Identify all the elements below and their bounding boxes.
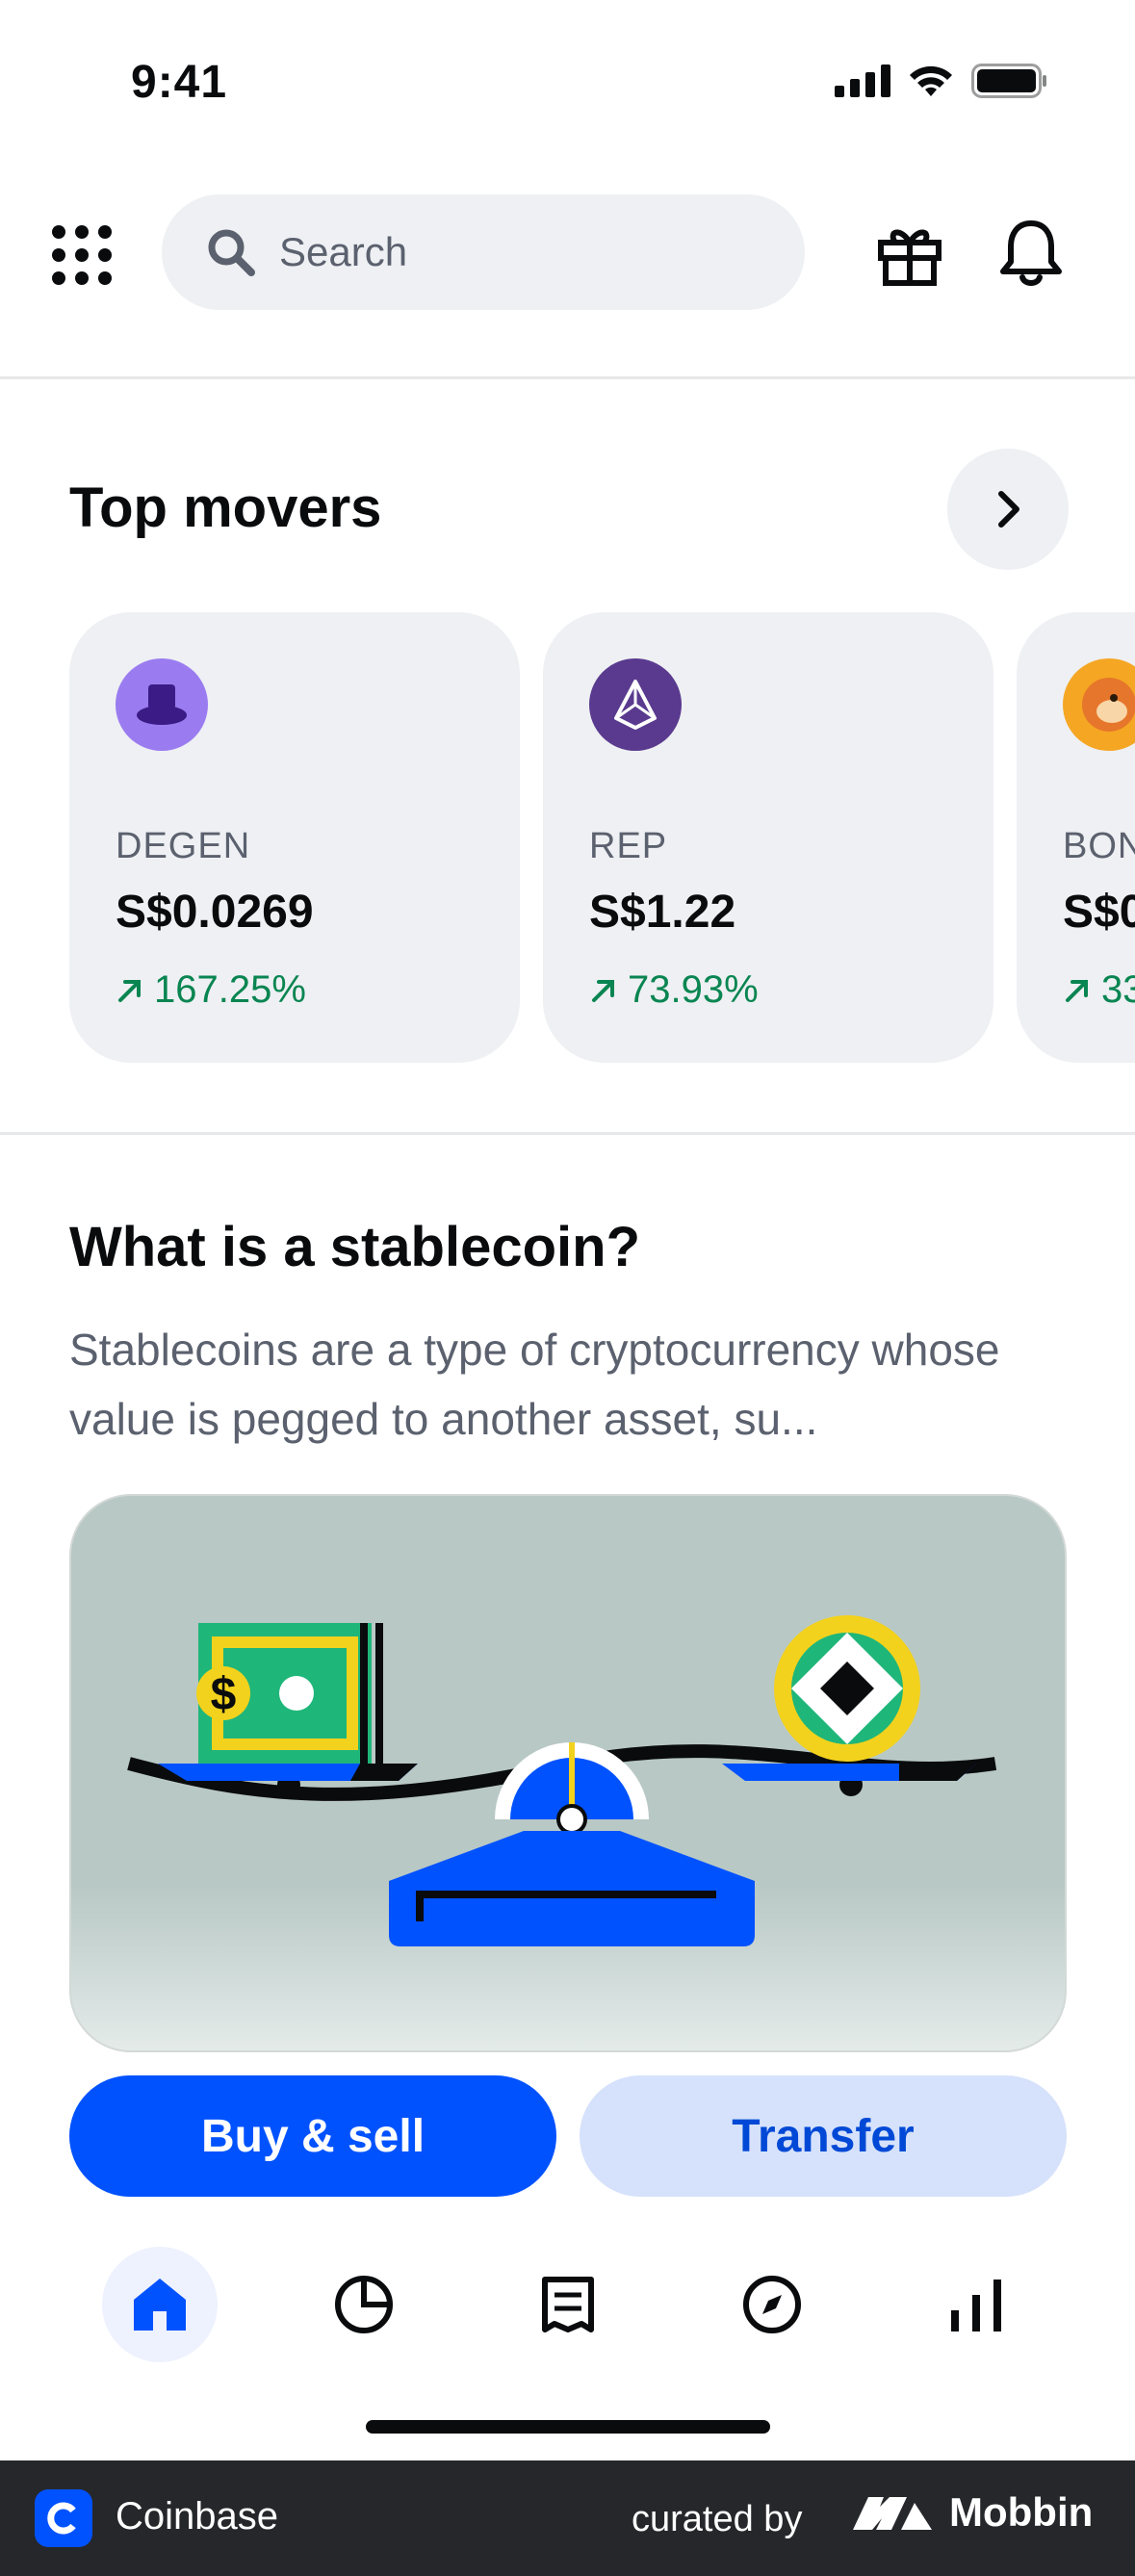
footer-curated-by: curated by xyxy=(632,2499,803,2539)
mover-change-value: 33 xyxy=(1101,968,1135,1011)
mover-price: S$1.22 xyxy=(589,887,736,938)
nav-portfolio[interactable] xyxy=(306,2247,422,2362)
mover-card-bon[interactable]: BON S$0 33 xyxy=(1017,612,1135,1063)
chevron-right-icon xyxy=(998,491,1019,528)
mover-symbol: DEGEN xyxy=(116,826,251,866)
explore-icon xyxy=(743,2276,801,2333)
mover-change: 33 xyxy=(1063,968,1135,1012)
stablecoin-title[interactable]: What is a stablecoin? xyxy=(69,1215,640,1279)
transfer-button[interactable]: Transfer xyxy=(580,2075,1067,2197)
status-time: 9:41 xyxy=(131,57,228,108)
signal-icon xyxy=(835,64,890,97)
apps-grid-icon[interactable] xyxy=(50,223,114,287)
search-icon xyxy=(208,229,255,276)
mover-change-value: 73.93% xyxy=(628,968,759,1011)
rep-token-icon xyxy=(589,658,682,751)
nav-markets[interactable] xyxy=(918,2247,1034,2362)
bottom-nav xyxy=(0,2247,1135,2362)
footer-brand-name: Mobbin xyxy=(949,2489,1094,2535)
mobbin-logo-icon xyxy=(853,2497,932,2530)
transactions-icon xyxy=(542,2277,594,2332)
mover-card-rep[interactable]: REP S$1.22 73.93% xyxy=(543,612,993,1063)
status-icons xyxy=(835,64,1048,98)
top-movers-see-all-button[interactable] xyxy=(947,449,1069,570)
stablecoin-illustration[interactable]: $ xyxy=(69,1494,1067,2052)
buy-sell-button[interactable]: Buy & sell xyxy=(69,2075,556,2197)
mover-change: 73.93% xyxy=(589,968,759,1012)
mover-price: S$0.0269 xyxy=(116,887,314,938)
search-input[interactable]: Search xyxy=(162,194,805,310)
mover-change: 167.25% xyxy=(116,968,306,1012)
home-icon xyxy=(134,2279,186,2331)
svg-text:$: $ xyxy=(211,1669,237,1720)
nav-transactions[interactable] xyxy=(510,2247,626,2362)
bell-icon[interactable] xyxy=(997,218,1065,289)
arrow-up-right-icon xyxy=(118,979,141,1002)
coinbase-logo-icon xyxy=(35,2489,92,2547)
top-movers-carousel[interactable]: DEGEN S$0.0269 167.25% REP S$1.22 73.93% xyxy=(69,612,1135,1063)
search-placeholder: Search xyxy=(279,229,408,274)
top-movers-title: Top movers xyxy=(69,477,382,539)
balance-scale-illustration: $ xyxy=(127,1615,997,1946)
mover-symbol: REP xyxy=(589,826,668,866)
status-bar: 9:41 xyxy=(0,0,1135,164)
home-indicator xyxy=(366,2420,770,2434)
footer: Coinbase curated by Mobbin xyxy=(0,2460,1135,2576)
mover-price: S$0 xyxy=(1063,887,1135,938)
nav-explore[interactable] xyxy=(714,2247,830,2362)
header: Search xyxy=(0,164,1135,379)
mover-symbol: BON xyxy=(1063,826,1135,866)
nav-home[interactable] xyxy=(102,2247,218,2362)
portfolio-icon xyxy=(335,2276,393,2333)
gift-icon[interactable] xyxy=(876,219,943,287)
footer-app-name: Coinbase xyxy=(116,2495,279,2537)
section-divider xyxy=(0,1132,1135,1135)
arrow-up-right-icon xyxy=(1066,979,1088,1002)
wifi-icon xyxy=(910,65,952,96)
degen-token-icon xyxy=(116,658,208,751)
mover-change-value: 167.25% xyxy=(154,968,306,1011)
bonk-token-icon xyxy=(1063,658,1135,751)
battery-icon xyxy=(971,64,1046,98)
markets-icon xyxy=(951,2280,1001,2331)
arrow-up-right-icon xyxy=(592,979,614,1002)
footer-brand: Mobbin xyxy=(851,2489,1093,2536)
stablecoin-description: Stablecoins are a type of cryptocurrency… xyxy=(69,1325,1000,1444)
mover-card-degen[interactable]: DEGEN S$0.0269 167.25% xyxy=(69,612,520,1063)
